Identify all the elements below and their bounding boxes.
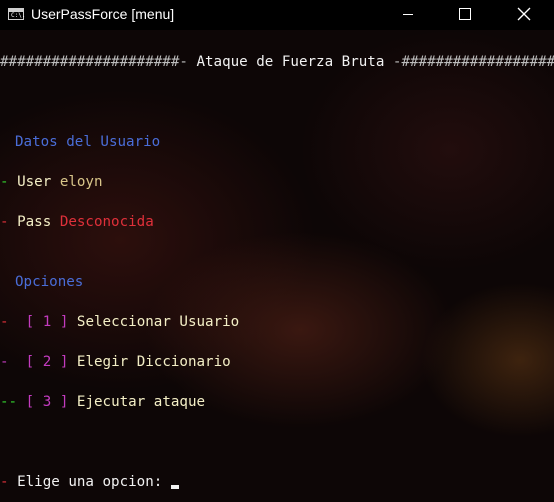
banner-right: -##################	[392, 54, 554, 70]
user-label: User	[17, 174, 52, 190]
close-icon	[517, 7, 531, 21]
option-item-2: - [ 2 ] Elegir Diccionario	[0, 352, 231, 372]
user-line: - User eloyn	[0, 172, 103, 192]
bullet-dash: -	[0, 174, 9, 190]
option-bracket-close: ]	[59, 354, 69, 370]
banner-line: #####################- Ataque de Fuerza …	[0, 52, 554, 72]
user-value: eloyn	[59, 174, 103, 190]
option-bracket-open: [	[25, 354, 35, 370]
close-button[interactable]	[500, 0, 546, 30]
maximize-icon	[459, 8, 471, 20]
bullet-dash: -	[0, 214, 9, 230]
console-output[interactable]: #####################- Ataque de Fuerza …	[0, 50, 554, 490]
user-section-heading: Datos del Usuario	[15, 134, 161, 150]
option-bracket-close: ]	[59, 314, 69, 330]
option-key: 3	[42, 394, 52, 410]
input-prompt-line[interactable]: - Elige una opcion:	[0, 472, 179, 492]
bullet-dash: -	[0, 354, 9, 370]
option-item-3: -- [ 3 ] Ejecutar ataque	[0, 392, 205, 412]
banner-title: Ataque de Fuerza Bruta	[187, 54, 393, 70]
input-prompt: Elige una opcion:	[17, 474, 163, 490]
option-key: 2	[42, 354, 52, 370]
pass-line: - Pass Desconocida	[0, 212, 154, 232]
bullet-dash: --	[0, 394, 18, 410]
text-cursor	[170, 485, 179, 489]
option-label: Seleccionar Usuario	[76, 314, 240, 330]
bullet-dash: -	[0, 474, 9, 490]
pass-label: Pass	[17, 214, 52, 230]
options-heading: Opciones	[15, 274, 84, 290]
option-bracket-open: [	[25, 394, 35, 410]
title-bar[interactable]: C:\. UserPassForce [menu]	[0, 0, 554, 30]
option-bracket-close: ]	[59, 394, 69, 410]
option-label: Ejecutar ataque	[76, 394, 206, 410]
console-app-icon: C:\.	[8, 8, 25, 20]
option-key: 1	[42, 314, 52, 330]
window-title: UserPassForce [menu]	[31, 6, 175, 22]
option-label: Elegir Diccionario	[76, 354, 231, 370]
pass-value: Desconocida	[59, 214, 154, 230]
console-window: C:\. UserPassForce [menu] ##############…	[0, 0, 554, 502]
maximize-button[interactable]	[442, 0, 488, 30]
option-bracket-open: [	[25, 314, 35, 330]
banner-left: #####################-	[0, 54, 188, 70]
bullet-dash: -	[0, 314, 9, 330]
option-item-1: - [ 1 ] Seleccionar Usuario	[0, 312, 239, 332]
minimize-icon	[403, 14, 413, 15]
minimize-button[interactable]	[386, 0, 432, 30]
